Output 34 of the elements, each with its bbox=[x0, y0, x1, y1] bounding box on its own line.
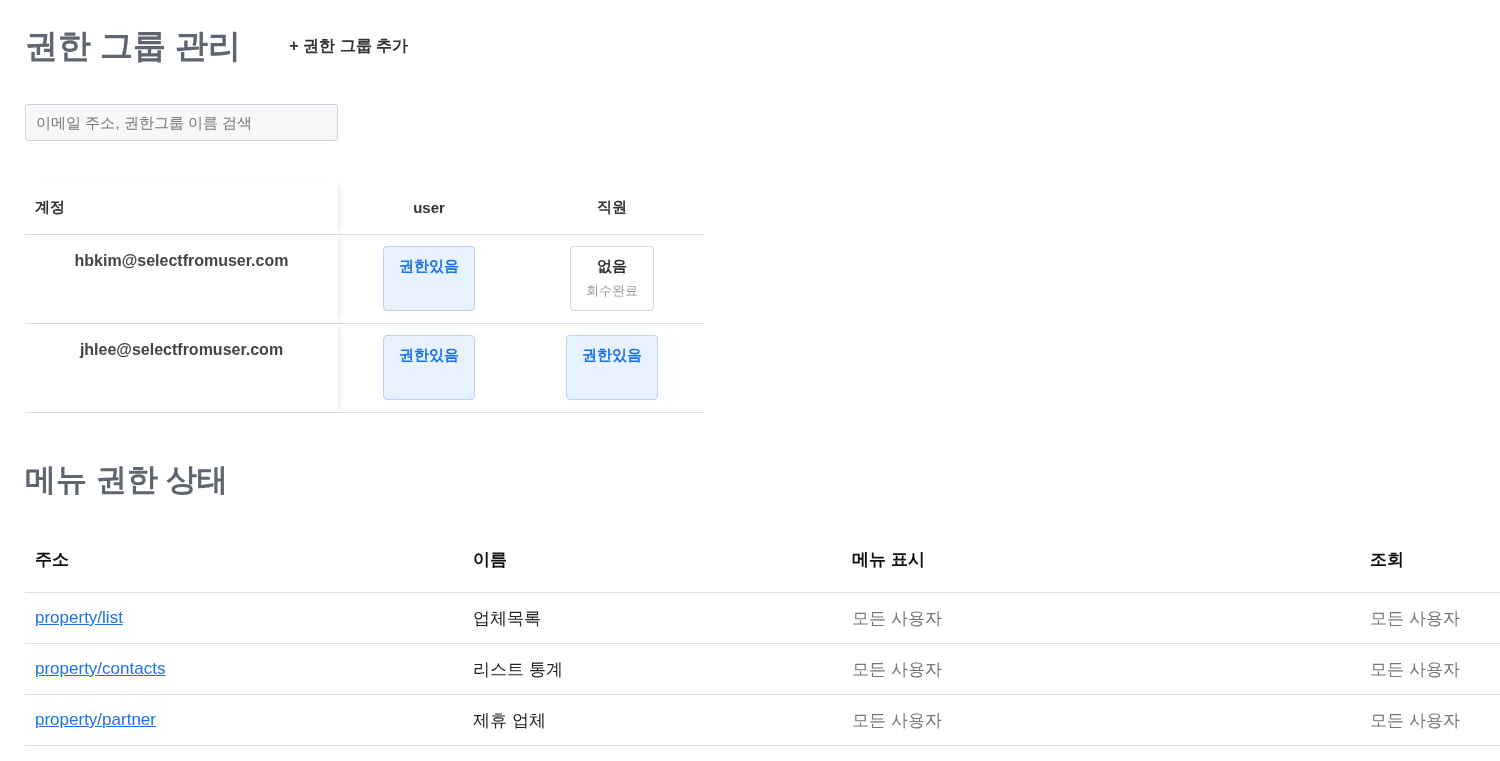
column-header: 주소 bbox=[35, 549, 70, 571]
menu-name: 업체목록 bbox=[473, 607, 542, 630]
add-group-button[interactable]: + 권한 그룹 추가 bbox=[287, 31, 411, 61]
page-title: 권한 그룹 관리 bbox=[25, 25, 242, 66]
permission-toggle[interactable]: 없음 회수완료 bbox=[570, 246, 654, 311]
menu-path-link[interactable]: property/partner bbox=[35, 710, 156, 730]
search-field[interactable]: 이메일 주소, 권한그룹 이름 검색 bbox=[25, 104, 338, 141]
column-header: 계정 bbox=[25, 181, 338, 234]
permission-toggle[interactable]: 권한있음 bbox=[383, 246, 475, 311]
column-header: user bbox=[412, 199, 446, 216]
column-header: 조회 bbox=[1370, 549, 1405, 571]
permission-toggle[interactable]: 권한있음 bbox=[383, 335, 475, 400]
menu-path-link[interactable]: property/contacts bbox=[35, 659, 166, 679]
menu-display-access: 모든 사용자 bbox=[852, 709, 943, 732]
permission-status: 권한있음 bbox=[582, 346, 642, 365]
account-email: hbkim@selectfromuser.com bbox=[25, 235, 338, 323]
column-header: 이름 bbox=[473, 549, 508, 571]
revoked-note: 회수완료 bbox=[586, 282, 638, 300]
menu-name: 제휴 업체 bbox=[473, 709, 547, 732]
column-header: 직원 bbox=[596, 198, 628, 217]
permission-status: 없음 bbox=[597, 257, 627, 276]
permission-status: 권한있음 bbox=[399, 257, 459, 276]
menu-name: 리스트 통계 bbox=[473, 658, 564, 681]
permission-status: 권한있음 bbox=[399, 346, 459, 365]
view-access: 모든 사용자 bbox=[1370, 658, 1461, 681]
column-header: 메뉴 표시 bbox=[852, 549, 926, 571]
menu-path-link[interactable]: property/list bbox=[35, 608, 123, 628]
account-email: jhlee@selectfromuser.com bbox=[25, 324, 338, 412]
section-title: 메뉴 권한 상태 bbox=[25, 461, 230, 499]
view-access: 모든 사용자 bbox=[1370, 709, 1461, 732]
view-access: 모든 사용자 bbox=[1370, 607, 1461, 630]
menu-display-access: 모든 사용자 bbox=[852, 658, 943, 681]
menu-display-access: 모든 사용자 bbox=[852, 607, 943, 630]
permission-toggle[interactable]: 권한있음 bbox=[566, 335, 658, 400]
